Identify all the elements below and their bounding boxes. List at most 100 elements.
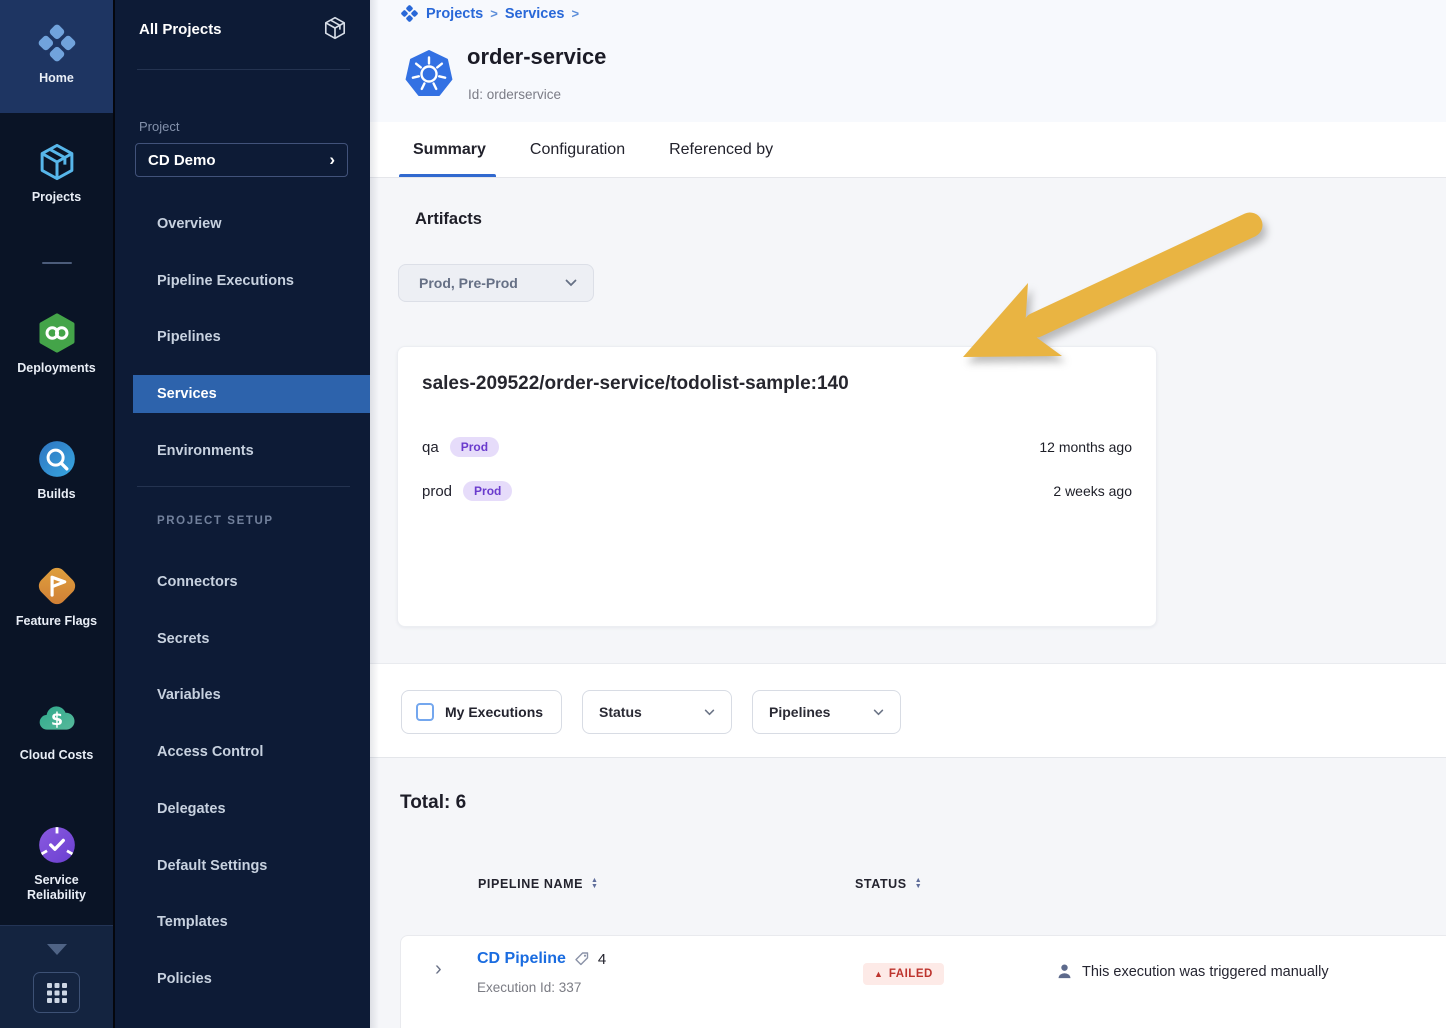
page-title: order-service	[467, 44, 606, 70]
status-badge: ▲ FAILED	[863, 963, 944, 985]
sidebar-item-label: Secrets	[157, 631, 209, 647]
column-label: PIPELINE NAME	[478, 877, 583, 891]
sidebar-item-templates[interactable]: Templates	[133, 903, 370, 941]
my-executions-toggle[interactable]: My Executions	[401, 690, 562, 734]
svg-text:$: $	[50, 710, 62, 730]
project-setup-section-title: PROJECT SETUP	[157, 515, 274, 527]
sidebar-item-secrets[interactable]: Secrets	[133, 620, 370, 658]
rail-item-cloud-costs[interactable]: $ Cloud Costs	[0, 699, 113, 763]
project-sidebar: All Projects Project CD Demo › Overview …	[113, 0, 370, 1028]
my-executions-checkbox[interactable]	[416, 703, 434, 721]
harness-logo-icon	[36, 22, 78, 64]
sidebar-item-file-store[interactable]: File Store	[133, 1019, 370, 1028]
builds-icon	[36, 438, 78, 480]
pipeline-name-link[interactable]: CD Pipeline	[477, 950, 566, 968]
sidebar-item-access-control[interactable]: Access Control	[133, 733, 370, 771]
breadcrumb: Projects > Services >	[400, 4, 579, 23]
status-filter-dropdown[interactable]: Status	[582, 690, 732, 734]
sidebar-item-services[interactable]: Services	[133, 375, 370, 413]
project-label: Project	[139, 119, 179, 134]
pipelines-filter-dropdown[interactable]: Pipelines	[752, 690, 901, 734]
tab-bar: Summary Configuration Referenced by	[370, 122, 1446, 178]
sidebar-item-variables[interactable]: Variables	[133, 676, 370, 714]
breadcrumb-separator: >	[572, 6, 580, 21]
sidebar-item-pipeline-executions[interactable]: Pipeline Executions	[133, 262, 370, 300]
sidebar-item-environments[interactable]: Environments	[133, 432, 370, 470]
tab-configuration[interactable]: Configuration	[530, 122, 625, 177]
sidebar-item-pipelines[interactable]: Pipelines	[133, 318, 370, 356]
deploy-time: 2 weeks ago	[1053, 483, 1132, 499]
rail-label-deployments: Deployments	[17, 361, 96, 375]
breadcrumb-services[interactable]: Services	[505, 6, 565, 22]
expand-chevron-icon[interactable]: ›	[435, 958, 442, 981]
cloud-costs-icon: $	[36, 699, 78, 741]
rail-label-home: Home	[39, 71, 74, 85]
execution-row[interactable]: › CD Pipeline 4 Execution Id: 337 ▲ FAIL…	[400, 935, 1446, 1028]
sidebar-item-label: Connectors	[157, 574, 238, 590]
rail-label-cloud-costs: Cloud Costs	[20, 748, 94, 762]
sidebar-divider	[137, 69, 350, 70]
env-name: qa	[422, 439, 439, 456]
chevron-down-icon	[873, 709, 884, 716]
all-projects-label[interactable]: All Projects	[139, 21, 222, 38]
cube-icon	[36, 141, 78, 183]
feature-flags-icon	[36, 565, 78, 607]
rail-item-deployments[interactable]: Deployments	[0, 312, 113, 376]
artifacts-heading: Artifacts	[415, 210, 482, 229]
sidebar-item-policies[interactable]: Policies	[133, 960, 370, 998]
sidebar-item-connectors[interactable]: Connectors	[133, 563, 370, 601]
rail-item-service-reliability[interactable]: Service Reliability	[0, 824, 113, 903]
sidebar-item-label: Policies	[157, 971, 212, 987]
sidebar-item-delegates[interactable]: Delegates	[133, 790, 370, 828]
sort-icon: ▲▼	[591, 878, 599, 890]
service-header: Projects > Services > order-serv	[370, 0, 1446, 122]
service-id: Id: orderservice	[468, 87, 561, 102]
sidebar-item-label: Pipelines	[157, 329, 221, 345]
sidebar-item-label: Access Control	[157, 744, 263, 760]
sidebar-item-label: Delegates	[157, 801, 226, 817]
sidebar-item-label: Default Settings	[157, 858, 267, 874]
module-grid-button[interactable]	[33, 972, 80, 1013]
trigger-text: This execution was triggered manually	[1082, 964, 1329, 980]
artifact-card: sales-209522/order-service/todolist-samp…	[397, 346, 1157, 627]
rail-item-home-content[interactable]: Home	[0, 22, 113, 86]
sidebar-item-label: Services	[157, 386, 217, 402]
sidebar-item-label: Overview	[157, 216, 222, 232]
all-projects-cube-icon[interactable]	[322, 15, 348, 46]
sidebar-item-overview[interactable]: Overview	[133, 205, 370, 243]
my-executions-label: My Executions	[445, 704, 543, 720]
sidebar-item-default-settings[interactable]: Default Settings	[133, 847, 370, 885]
project-selector[interactable]: CD Demo ›	[135, 143, 348, 177]
rail-label-projects: Projects	[32, 190, 81, 204]
pipelines-filter-label: Pipelines	[769, 704, 830, 720]
sidebar-item-label: Environments	[157, 443, 254, 459]
trigger-info: This execution was triggered manually	[1056, 963, 1329, 980]
module-rail: Home Projects Deployments	[0, 0, 113, 1028]
deployments-icon	[36, 312, 78, 354]
rail-label-feature-flags: Feature Flags	[16, 614, 97, 628]
rail-item-builds[interactable]: Builds	[0, 438, 113, 502]
environment-filter-dropdown[interactable]: Prod, Pre-Prod	[398, 264, 594, 302]
deploy-time: 12 months ago	[1039, 439, 1132, 455]
executions-filter-bar: My Executions Status Pipelines	[370, 663, 1446, 758]
sort-icon: ▲▼	[915, 878, 923, 890]
rail-label-service-reliability: Service Reliability	[27, 873, 86, 902]
tab-summary[interactable]: Summary	[413, 122, 486, 177]
rail-item-projects[interactable]: Projects	[0, 141, 113, 205]
column-header-status[interactable]: STATUS ▲▼	[855, 877, 922, 891]
artifact-row-qa: qa Prod 12 months ago	[422, 435, 1132, 459]
column-header-pipeline-name[interactable]: PIPELINE NAME ▲▼	[478, 877, 599, 891]
rail-item-feature-flags[interactable]: Feature Flags	[0, 565, 113, 629]
sidebar-item-label: Variables	[157, 687, 221, 703]
user-icon	[1056, 963, 1073, 980]
tab-referenced-by[interactable]: Referenced by	[669, 122, 773, 177]
env-name: prod	[422, 483, 452, 500]
rail-bottom-band	[0, 925, 113, 1028]
breadcrumb-projects[interactable]: Projects	[426, 6, 483, 22]
grid-icon	[46, 982, 68, 1004]
collapse-caret-icon[interactable]	[47, 944, 67, 955]
chevron-down-icon	[565, 279, 577, 287]
execution-id: Execution Id: 337	[477, 980, 581, 995]
harness-logo-icon	[400, 4, 419, 23]
rail-divider	[42, 262, 72, 264]
